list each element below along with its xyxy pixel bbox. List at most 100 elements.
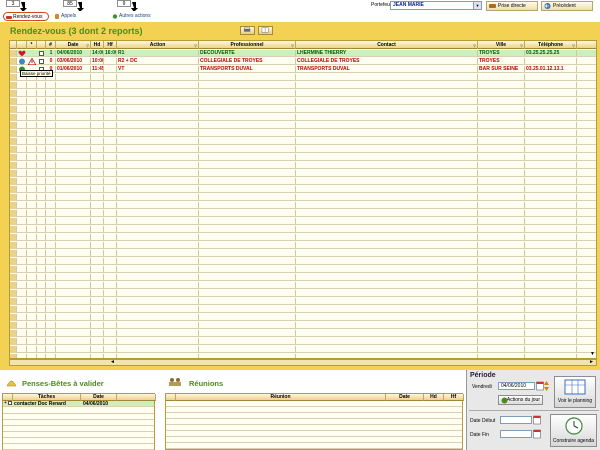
search-icon[interactable]: ⚲ [194,42,197,49]
cell-contact: TRANSPORTS DUVAL [296,66,478,73]
cell-date: 01/06/2010 [56,66,91,73]
cell-hd: 11:45 [92,66,104,73]
calendar-icon[interactable] [533,429,541,439]
date-fin-field[interactable] [500,430,532,438]
cell-hf: 16:00 [105,50,117,57]
col-taches[interactable]: Tâches [13,394,81,401]
search-icon[interactable]: ⚲ [291,42,294,49]
columns-icon [261,27,269,33]
empty-row [10,114,596,121]
printer-icon [244,27,251,32]
tooltip: Baisse priorité [20,70,53,77]
search-icon[interactable]: ⚲ [473,42,476,49]
empty-row [10,266,596,273]
row-selector [10,202,17,209]
column-header[interactable]: Hf [104,41,117,49]
column-header[interactable]: Ville ⚲ [478,41,525,49]
checkbox[interactable] [39,51,44,56]
cell-ville: BAR SUR SEINE [478,66,525,73]
row-selector[interactable] [10,50,17,57]
voir-planning-button[interactable]: Voir le planning [554,376,596,408]
row-selector-header[interactable] [10,41,17,49]
search-icon[interactable]: ⚲ [520,42,523,49]
empty-row [10,338,596,345]
search-icon[interactable]: ⚲ [572,42,575,49]
checkbox[interactable] [8,401,12,405]
table-row[interactable]: 0 01/06/2010 11:45 VT TRANSPORTS DUVAL TRANSP… [10,66,596,73]
empty-row [10,82,596,89]
rendez-vous-panel: Rendez-vous (3 dont 2 reports) * # Date ⚲ Hd… [0,22,600,370]
row-selector [10,298,17,305]
vendredi-label: Vendredi [472,384,492,390]
row-selector [10,242,17,249]
column-header[interactable]: Hd [91,41,104,49]
row-selector [10,186,17,193]
columns-button[interactable] [258,26,273,35]
construire-agenda-button[interactable]: Construire agenda [550,414,597,447]
prise-directe-button[interactable]: Prise directe [F4] [486,1,538,17]
empty-row [10,146,596,153]
table-row[interactable]: 1 04/06/2010 14:00 16:00 R1 DECOUVERTE LHERMIN… [10,50,596,57]
empty-row [10,346,596,353]
chevron-down-icon[interactable]: ▼ [473,2,481,9]
column-header[interactable]: Téléphone ⚲ [525,41,577,49]
row-selector [10,82,17,89]
col-hf[interactable]: Hf [444,394,464,401]
checkbox[interactable] [39,59,44,64]
search-icon[interactable]: ⚲ [86,42,89,49]
empty-row [10,242,596,249]
row-selector [10,346,17,353]
portefeuille-value: JEAN MARIE [393,2,424,8]
rendez-vous-grid: * # Date ⚲ Hd Hf Action ⚲ Professionnel ⚲ Contact ⚲… [9,40,597,359]
empty-row [10,218,596,225]
print-button[interactable] [240,26,255,35]
tab-autres-actions[interactable]: Autres actions [110,12,156,21]
column-header[interactable] [37,41,46,49]
row-selector [10,218,17,225]
counter-1: 3 [6,0,20,7]
row-selector [10,194,17,201]
column-header[interactable] [17,41,27,49]
scroll-down-icon[interactable]: ▼ [590,351,595,357]
empty-row [10,74,596,81]
rendez-vous-title: Rendez-vous (3 dont 2 reports) [10,26,143,36]
list-item[interactable]: + contacter Doc Renard 04/06/2010 [3,400,154,407]
row-selector [10,258,17,265]
row-selector [10,290,17,297]
spinner-icon[interactable] [544,381,549,391]
row-selector[interactable] [10,66,17,73]
calendar-icon[interactable] [536,381,544,391]
portefeuille-select[interactable]: JEAN MARIE ▼ [390,1,482,10]
row-selector [10,106,17,113]
column-header[interactable]: Date ⚲ [56,41,91,49]
col-reunion[interactable]: Réunion [176,394,386,401]
tab-appels-telephoniques[interactable]: Appels téléphoniques [52,12,108,28]
row-selector[interactable] [10,58,17,65]
actions-icon [501,397,508,404]
vendredi-date-field[interactable]: 04/06/2010 [498,382,535,390]
tab-rendez-vous[interactable]: Rendez-vous [3,12,49,21]
expand-icon[interactable]: + [4,400,7,406]
date-debut-field[interactable] [500,416,532,424]
calendar-icon[interactable] [533,415,541,425]
scroll-left-icon[interactable]: ◄ [110,360,120,365]
column-header[interactable]: * [27,41,37,49]
column-header[interactable]: Action ⚲ [117,41,199,49]
column-header[interactable]: Contact ⚲ [296,41,478,49]
column-header[interactable]: # [46,41,56,49]
cell-contact: COLLEGIALE DE TROYES [296,58,478,65]
table-row[interactable]: 0 03/06/2010 10:00 R2 + DC COLLEGIALE DE TRO… [10,58,596,65]
empty-row [10,250,596,257]
col-hd[interactable]: Hd [424,394,444,401]
cell-contact: LHERMINE THIERRY [296,50,478,57]
row-selector [10,146,17,153]
actions-du-jour-button[interactable]: Actions du jour [498,395,543,405]
column-header[interactable]: Professionnel ⚲ [199,41,296,49]
col-date[interactable]: Date [386,394,424,401]
empty-row [10,106,596,113]
scroll-right-icon[interactable]: ► [589,360,594,365]
row-selector [10,90,17,97]
col-date[interactable]: Date [81,394,117,401]
precedent-button[interactable]: Précédent [541,1,593,11]
horizontal-scrollbar[interactable]: ◄ ► [9,359,597,366]
